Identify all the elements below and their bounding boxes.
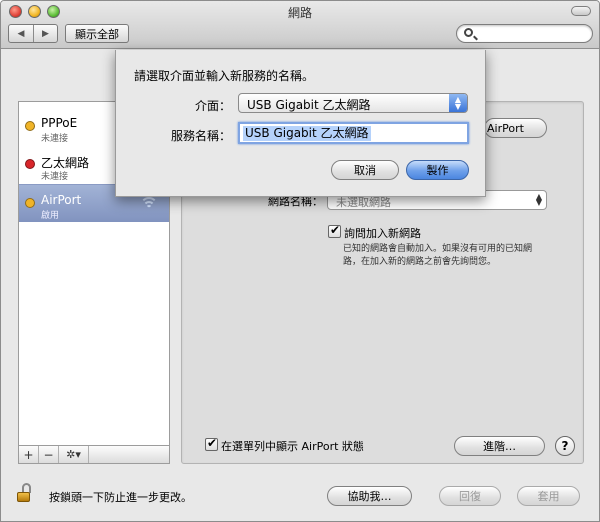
service-name-label: 服務名稱： (170, 129, 231, 143)
ask-join-description: 已知的網路會自動加入。如果沒有可用的已知網路，在加入新的網路之前會先詢問您。 (343, 244, 533, 267)
remove-service-button[interactable]: − (39, 446, 59, 463)
sheet-prompt: 請選取介面並輸入新服務的名稱。 (134, 69, 315, 83)
chevron-updown-icon: ▲ ▼ (449, 94, 467, 112)
service-list-toolbar: + − ✲▾ (18, 446, 170, 464)
nav-segmented-control: ◀ ▶ (8, 24, 58, 43)
add-service-button[interactable]: + (19, 446, 39, 463)
status-dot-icon (25, 159, 35, 169)
service-status: 啟用 (41, 211, 60, 221)
status-dot-icon (25, 121, 35, 131)
service-status: 未連接 (41, 172, 69, 182)
create-button[interactable]: 製作 (406, 160, 469, 180)
cancel-button[interactable]: 取消 (331, 160, 399, 180)
service-name: AirPort (41, 193, 82, 207)
toolbar-toggle-button[interactable] (571, 6, 591, 16)
back-arrow-icon[interactable]: ◀ (9, 25, 33, 42)
airport-toggle-button[interactable]: AirPort (484, 118, 547, 138)
ask-join-checkbox[interactable] (328, 223, 341, 238)
service-name-input[interactable]: USB Gigabit 乙太網路 (238, 122, 469, 144)
service-name: PPPoE (41, 116, 78, 130)
forward-arrow-icon[interactable]: ▶ (33, 25, 57, 42)
interface-value: USB Gigabit 乙太網路 (247, 98, 371, 112)
search-field[interactable] (456, 24, 593, 43)
lock-icon[interactable] (17, 483, 33, 503)
assist-me-button[interactable]: 協助我… (327, 486, 412, 506)
chevron-updown-icon: ▲ ▼ (535, 192, 542, 207)
service-name-input-value: USB Gigabit 乙太網路 (243, 126, 371, 141)
apply-button[interactable]: 套用 (517, 486, 580, 506)
gear-icon[interactable]: ✲▾ (59, 446, 89, 463)
toolbar: 網路 ◀ ▶ 顯示全部 (1, 1, 599, 49)
advanced-button[interactable]: 進階… (454, 436, 545, 456)
search-input[interactable] (479, 26, 589, 41)
help-button[interactable]: ? (555, 436, 575, 456)
service-status: 未連接 (41, 134, 69, 144)
interface-popup[interactable]: USB Gigabit 乙太網路 ▲ ▼ (238, 93, 468, 113)
wifi-icon (140, 197, 158, 211)
search-icon (464, 28, 473, 37)
interface-label: 介面： (194, 99, 231, 113)
new-service-sheet: 請選取介面並輸入新服務的名稱。 介面： USB Gigabit 乙太網路 ▲ ▼ … (115, 50, 486, 197)
window-title: 網路 (287, 6, 312, 20)
status-dot-icon (25, 198, 35, 208)
show-menubar-label[interactable]: 在選單列中顯示 AirPort 狀態 (221, 438, 364, 454)
show-all-button[interactable]: 顯示全部 (65, 24, 129, 43)
ask-join-label[interactable]: 詢問加入新網路 (344, 225, 421, 241)
network-preferences-window: 網路 ◀ ▶ 顯示全部 PPPoE 未連接 ⇆ 乙太網路 未連接 ⇆ AirPo… (0, 0, 600, 522)
show-menubar-checkbox[interactable] (205, 436, 218, 451)
revert-button[interactable]: 回復 (439, 486, 501, 506)
lock-text: 按鎖頭一下防止進一步更改。 (49, 491, 192, 504)
